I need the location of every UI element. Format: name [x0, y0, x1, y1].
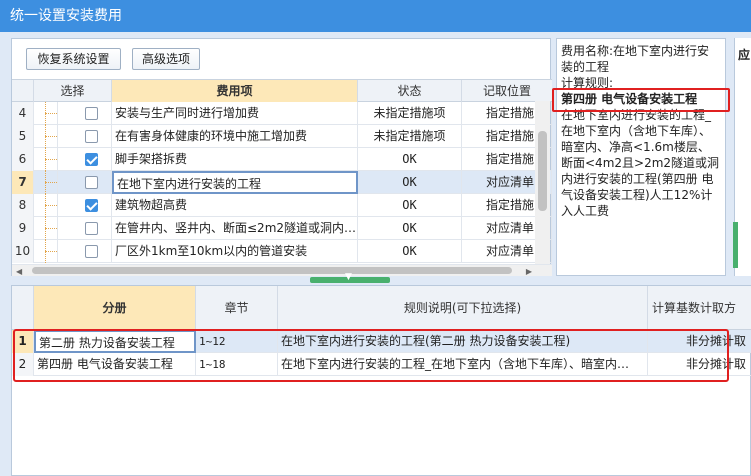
- tree-line: [34, 148, 58, 171]
- row-number: 8: [12, 194, 34, 217]
- select-cell: [58, 125, 112, 148]
- fee-name-text: 费用名称:在地下室内进行安装的工程: [561, 44, 710, 74]
- scroll-left-icon[interactable]: ◀: [16, 267, 22, 276]
- rule-info-panel: 费用名称:在地下室内进行安装的工程 计算规则: 第四册 电气设备安装工程 在地下…: [556, 38, 726, 276]
- fee-item-column-header[interactable]: 费用项: [112, 80, 358, 102]
- select-cell: [58, 217, 112, 240]
- status-cell: OK: [358, 148, 462, 171]
- fee-items-grid: 选择 费用项 状态 记取位置 4 安装与生产同时进行增加费 未指定措施项 指定措…: [12, 79, 552, 264]
- fee-item-name[interactable]: 厂区外1km至10km以内的管道安装: [112, 240, 358, 263]
- status-cell: OK: [358, 217, 462, 240]
- rownum-header: [12, 80, 34, 102]
- status-cell: OK: [358, 194, 462, 217]
- table-row[interactable]: 10 厂区外1km至10km以内的管道安装 OK 对应清单: [12, 240, 552, 263]
- grid-header: 选择 费用项 状态 记取位置: [12, 80, 552, 102]
- select-checkbox[interactable]: [85, 222, 98, 235]
- select-checkbox[interactable]: [85, 107, 98, 120]
- tree-line: [34, 217, 58, 240]
- row-number: 9: [12, 217, 34, 240]
- tree-line: [34, 194, 58, 217]
- fee-item-name[interactable]: 建筑物超高费: [112, 194, 358, 217]
- row-number: 5: [12, 125, 34, 148]
- rule-description: 在地下室内进行安装的工程_在地下室内（含地下车库）、暗室内、净高<1.6m楼层、…: [561, 108, 720, 218]
- tree-line: [34, 171, 58, 194]
- select-checkbox[interactable]: [85, 176, 98, 189]
- status-cell: 未指定措施项: [358, 125, 462, 148]
- fee-item-name[interactable]: 脚手架搭拆费: [112, 148, 358, 171]
- side-label: 应: [738, 48, 751, 62]
- chapter-column-header[interactable]: 章节: [196, 286, 278, 330]
- table-row[interactable]: 9 在管井内、竖井内、断面≤2m2隧道或洞内… OK 对应清单: [12, 217, 552, 240]
- side-collapse-handle[interactable]: [733, 222, 738, 268]
- grid-header: 分册 章节 规则说明(可下拉选择) 计算基数计取方: [12, 286, 751, 330]
- scroll-right-icon[interactable]: ▶: [526, 267, 532, 276]
- volume-column-header[interactable]: 分册: [34, 286, 196, 330]
- annotation-box: [13, 329, 729, 382]
- restore-defaults-button[interactable]: 恢复系统设置: [26, 48, 121, 70]
- select-cell: [58, 102, 112, 125]
- window-title: 统一设置安装费用: [0, 0, 751, 32]
- table-row-selected[interactable]: 7 在地下室内进行安装的工程 OK 对应清单: [12, 171, 552, 194]
- select-checkbox[interactable]: [85, 130, 98, 143]
- select-column-header[interactable]: 选择: [34, 80, 112, 102]
- fee-items-panel: 恢复系统设置 高级选项 选择 费用项 状态 记取位置 4 安装与生产同时进行增加…: [11, 38, 552, 276]
- status-cell: OK: [358, 240, 462, 263]
- select-checkbox-checked[interactable]: [85, 199, 98, 212]
- table-row[interactable]: 4 安装与生产同时进行增加费 未指定措施项 指定措施: [12, 102, 552, 125]
- row-number: 7: [12, 171, 34, 194]
- vertical-scrollbar[interactable]: [535, 101, 550, 264]
- row-number: 10: [12, 240, 34, 263]
- select-checkbox[interactable]: [85, 245, 98, 258]
- base-column-header[interactable]: 计算基数计取方: [648, 286, 751, 330]
- annotation-box: [552, 88, 730, 112]
- scroll-thumb[interactable]: [538, 131, 547, 211]
- table-row[interactable]: 8 建筑物超高费 OK 指定措施: [12, 194, 552, 217]
- tree-line: [34, 240, 58, 263]
- rule-column-header[interactable]: 规则说明(可下拉选择): [278, 286, 648, 330]
- fee-item-name[interactable]: 在地下室内进行安装的工程: [112, 171, 358, 194]
- row-number: 4: [12, 102, 34, 125]
- table-row[interactable]: 6 脚手架搭拆费 OK 指定措施: [12, 148, 552, 171]
- horizontal-scrollbar[interactable]: ◀ ▶: [12, 264, 552, 276]
- position-column-header[interactable]: 记取位置: [462, 80, 552, 102]
- panel-splitter[interactable]: ▼: [310, 272, 390, 283]
- select-cell: [58, 171, 112, 194]
- select-cell: [58, 194, 112, 217]
- status-column-header[interactable]: 状态: [358, 80, 462, 102]
- row-number: 6: [12, 148, 34, 171]
- select-cell: [58, 240, 112, 263]
- rownum-header: [12, 286, 34, 330]
- table-row[interactable]: 5 在有害身体健康的环境中施工增加费 未指定措施项 指定措施: [12, 125, 552, 148]
- fee-item-name[interactable]: 在有害身体健康的环境中施工增加费: [112, 125, 358, 148]
- select-cell: [58, 148, 112, 171]
- status-cell: OK: [358, 171, 462, 194]
- select-checkbox-checked[interactable]: [85, 153, 98, 166]
- tree-line: [34, 125, 58, 148]
- tree-line: [34, 102, 58, 125]
- chevron-down-icon: ▼: [345, 272, 352, 282]
- status-cell: 未指定措施项: [358, 102, 462, 125]
- fee-item-name[interactable]: 安装与生产同时进行增加费: [112, 102, 358, 125]
- scroll-thumb[interactable]: [32, 267, 512, 274]
- fee-item-name[interactable]: 在管井内、竖井内、断面≤2m2隧道或洞内…: [112, 217, 358, 240]
- advanced-options-button[interactable]: 高级选项: [132, 48, 200, 70]
